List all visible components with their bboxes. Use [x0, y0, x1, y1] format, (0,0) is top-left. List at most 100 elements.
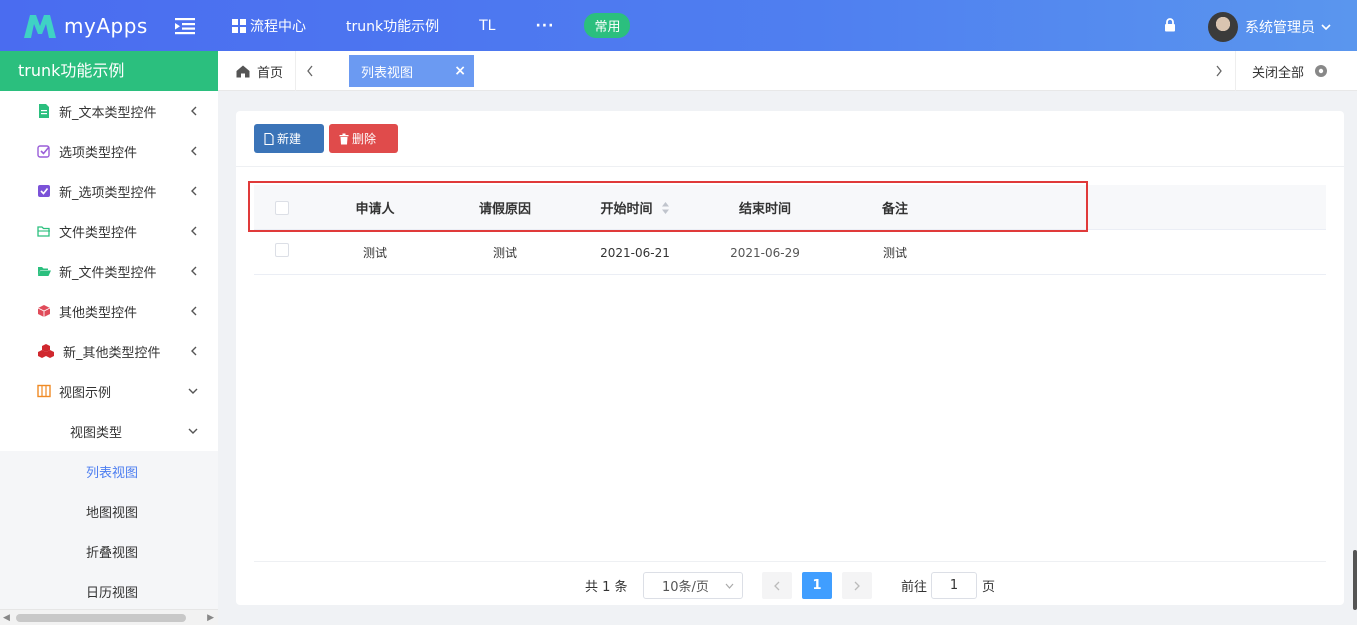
delete-button-label: 删除	[352, 132, 377, 146]
sidebar-item-fold-view[interactable]: 折叠视图	[0, 531, 218, 571]
column-header-label: 结束时间	[738, 202, 791, 217]
new-button-label: 新建	[277, 132, 302, 146]
nav-label: TL	[479, 17, 496, 34]
sidebar-horizontal-scrollbar[interactable]: ◀ ▶	[0, 609, 218, 625]
chevron-down-icon	[188, 388, 198, 394]
prev-page-button[interactable]	[762, 572, 792, 599]
close-all-tabs-button[interactable]: 关闭全部	[1235, 51, 1357, 91]
user-menu[interactable]: 系统管理员	[1245, 17, 1331, 37]
column-header-remark[interactable]: 备注	[830, 185, 960, 230]
page-unit-label: 页	[982, 580, 996, 595]
sidebar-item-label: 新_选项类型控件	[59, 185, 157, 201]
document-icon	[39, 104, 49, 118]
delete-button[interactable]: 删除	[329, 124, 398, 153]
sidebar-item-option-controls[interactable]: 选项类型控件	[0, 131, 218, 171]
sidebar-item-map-view[interactable]: 地图视图	[0, 491, 218, 531]
table-cell: 2021-06-29	[730, 245, 800, 260]
sidebar-item-label: 新_其他类型控件	[63, 345, 161, 361]
app-logo[interactable]: myApps	[22, 12, 148, 40]
tab-label: 列表视图	[361, 65, 414, 81]
page-scrollbar[interactable]	[1353, 550, 1357, 610]
column-header-label: 申请人	[355, 202, 395, 217]
nav-item-tl[interactable]: TL	[479, 18, 495, 34]
close-icon[interactable]: ×	[454, 63, 466, 79]
pagination: 共 1 条 10条/页 1 前往 1 页	[254, 561, 1326, 605]
column-header-label: 开始时间	[600, 202, 653, 217]
table-cell: 2021-06-21	[600, 245, 670, 260]
chevron-left-icon	[774, 581, 780, 590]
logo-m-icon	[24, 15, 56, 38]
nav-item-trunk[interactable]: trunk功能示例	[346, 16, 439, 36]
sidebar-item-new-text-controls[interactable]: 新_文本类型控件	[0, 91, 218, 131]
tab-home[interactable]: 首页	[218, 51, 296, 91]
checkbox-filled-icon	[38, 185, 50, 197]
sidebar-item-view-examples[interactable]: 视图示例	[0, 371, 218, 411]
table-row[interactable]: 测试 测试 2021-06-21 2021-06-29 测试	[254, 230, 1326, 275]
row-checkbox[interactable]	[275, 243, 289, 257]
data-table: 申请人 请假原因 开始时间 结束时间 备注 测试 测试 2021-06-21 2…	[254, 185, 1326, 275]
page-size-value: 10条/页	[662, 580, 709, 595]
chevron-left-icon	[191, 266, 197, 276]
nav-item-process-center[interactable]: 流程中心	[232, 16, 306, 36]
sidebar-item-other-controls[interactable]: 其他类型控件	[0, 291, 218, 331]
column-header-end-time[interactable]: 结束时间	[700, 185, 830, 230]
new-button[interactable]: 新建	[254, 124, 324, 153]
sidebar-group-view-types[interactable]: 视图类型	[0, 411, 218, 451]
sidebar-title: trunk功能示例	[0, 51, 218, 91]
sidebar-item-new-file-controls[interactable]: 新_文件类型控件	[0, 251, 218, 291]
table-cell: 测试	[492, 246, 517, 260]
chevron-down-icon	[1321, 24, 1331, 31]
page-size-select[interactable]: 10条/页	[643, 572, 743, 599]
tabs-scroll-left-icon[interactable]	[306, 65, 314, 77]
goto-label: 前往	[901, 580, 928, 595]
sidebar-item-label: 地图视图	[86, 505, 139, 521]
close-all-label: 关闭全部	[1252, 65, 1305, 81]
scrollbar-thumb[interactable]	[16, 614, 186, 622]
checkbox-outline-icon	[37, 145, 50, 158]
table-cell: 测试	[362, 246, 387, 260]
column-header-applicant[interactable]: 申请人	[310, 185, 440, 230]
cubes-icon	[38, 344, 54, 358]
sidebar-item-new-other-controls[interactable]: 新_其他类型控件	[0, 331, 218, 371]
sort-icon[interactable]	[661, 201, 670, 215]
table-header-row: 申请人 请假原因 开始时间 结束时间 备注	[254, 185, 1326, 230]
tab-list-view[interactable]: 列表视图 ×	[349, 55, 474, 87]
tabs-scroll-right-icon[interactable]	[1215, 65, 1223, 77]
sidebar-item-label: 选项类型控件	[59, 145, 138, 161]
row-checkbox-cell[interactable]	[254, 230, 310, 270]
scroll-left-arrow-icon[interactable]: ◀	[3, 613, 10, 623]
sidebar-item-file-controls[interactable]: 文件类型控件	[0, 211, 218, 251]
favorites-pill[interactable]: 常用	[584, 13, 631, 38]
lock-icon[interactable]	[1164, 18, 1176, 32]
scroll-right-arrow-icon[interactable]: ▶	[207, 613, 214, 623]
columns-icon	[37, 384, 51, 398]
page-number-current[interactable]: 1	[802, 572, 832, 599]
select-all-checkbox-cell[interactable]	[254, 185, 310, 230]
goto-page-input[interactable]: 1	[931, 572, 977, 599]
column-header-reason[interactable]: 请假原因	[440, 185, 570, 230]
trash-icon	[339, 133, 349, 144]
sidebar-item-new-option-controls[interactable]: 新_选项类型控件	[0, 171, 218, 211]
avatar[interactable]	[1208, 12, 1238, 42]
chevron-left-icon	[191, 106, 197, 116]
grid-icon	[232, 18, 246, 33]
menu-toggle-icon[interactable]	[175, 17, 195, 35]
sidebar: trunk功能示例 新_文本类型控件 选项类型控件 新_选项类型控件 文件类型控…	[0, 51, 218, 625]
sidebar-item-label: 新_文本类型控件	[59, 105, 157, 121]
folder-open-icon	[38, 267, 51, 276]
cube-icon	[37, 305, 51, 317]
toolbar: 新建 删除	[236, 111, 1344, 167]
top-header: myApps 流程中心 trunk功能示例 TL ··· 常用 系统管理员	[0, 0, 1357, 51]
tab-label: 首页	[257, 65, 284, 81]
nav-more-button[interactable]: ···	[535, 18, 554, 34]
next-page-button[interactable]	[842, 572, 872, 599]
home-icon	[236, 65, 250, 77]
chevron-left-icon	[191, 346, 197, 356]
sidebar-item-label: 日历视图	[86, 585, 139, 601]
file-add-icon	[264, 132, 274, 145]
column-header-start-time[interactable]: 开始时间	[570, 185, 700, 230]
chevron-left-icon	[191, 186, 197, 196]
select-all-checkbox[interactable]	[275, 200, 289, 215]
sidebar-item-list-view[interactable]: 列表视图	[0, 451, 218, 491]
sidebar-item-calendar-view[interactable]: 日历视图	[0, 571, 218, 611]
